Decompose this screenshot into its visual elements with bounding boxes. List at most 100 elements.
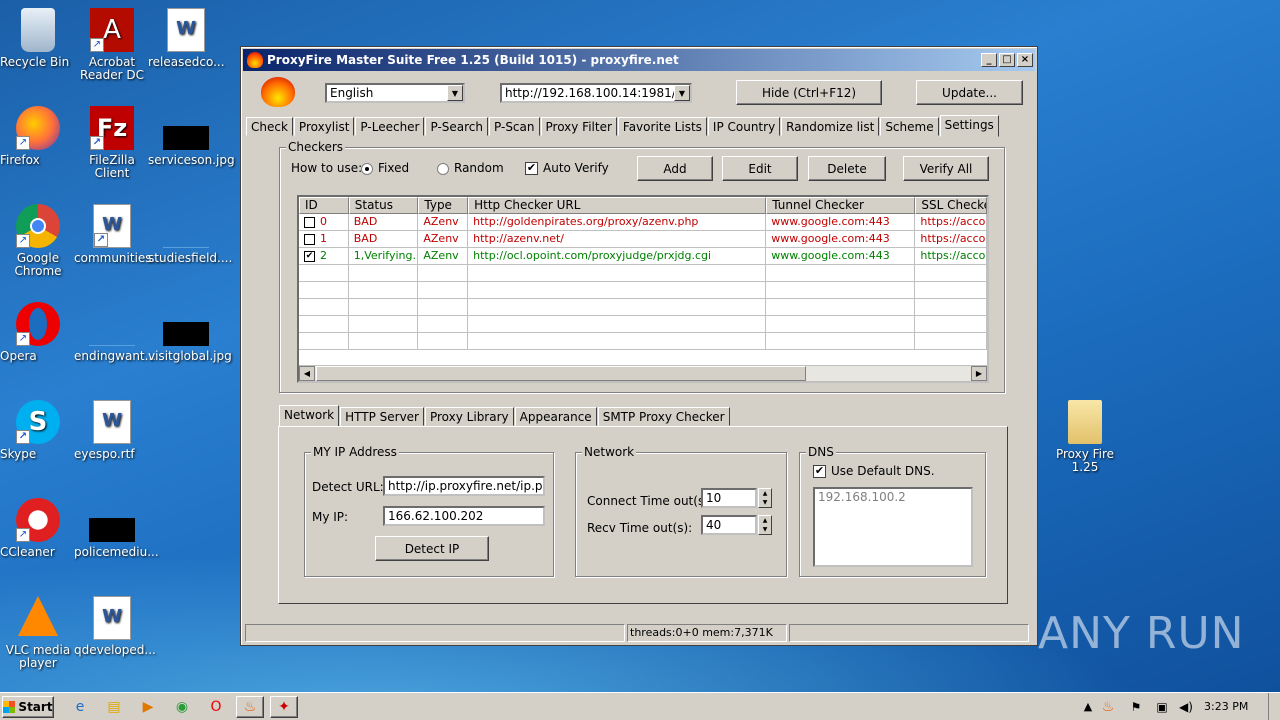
minimize-button[interactable]: _ xyxy=(981,53,997,67)
desktop-icon-filezilla[interactable]: Fz ↗ FileZilla Client xyxy=(74,106,150,180)
column-tunnel[interactable]: Tunnel Checker xyxy=(766,197,916,214)
desktop-icon-recycle-bin[interactable]: Recycle Bin xyxy=(0,8,76,69)
maximize-button[interactable]: □ xyxy=(999,53,1015,67)
column-status[interactable]: Status xyxy=(348,197,419,214)
detect-ip-button[interactable]: Detect IP xyxy=(375,536,489,561)
connect-timeout-input[interactable]: 10 xyxy=(701,488,757,508)
tab-smtp-proxy-checker[interactable]: SMTP Proxy Checker xyxy=(597,407,730,426)
network-icon[interactable]: ▣ xyxy=(1150,696,1174,718)
flag-icon[interactable]: ⚑ xyxy=(1124,696,1148,718)
row-checkbox[interactable] xyxy=(304,216,315,228)
proxyfire-taskbar-button[interactable]: ♨ xyxy=(236,696,264,718)
tab-settings[interactable]: Settings xyxy=(939,115,999,137)
row-checkbox[interactable] xyxy=(304,233,315,245)
connect-timeout-label: Connect Time out(s): xyxy=(587,494,713,508)
desktop-icon-ccleaner[interactable]: ↗ CCleaner xyxy=(0,498,76,559)
language-select[interactable]: English ▼ xyxy=(325,83,465,103)
dns-servers-textarea[interactable]: 192.168.100.2 xyxy=(813,487,973,567)
use-default-dns-checkbox[interactable]: ✔ xyxy=(813,465,826,478)
random-radio[interactable] xyxy=(437,163,449,175)
cell-id: 0 xyxy=(299,214,349,231)
tab-proxy-filter[interactable]: Proxy Filter xyxy=(540,117,617,136)
proxy-url-select[interactable]: http://192.168.100.14:1981/ ▼ xyxy=(500,83,692,103)
close-button[interactable]: × xyxy=(1017,53,1033,67)
horizontal-scrollbar[interactable]: ◀ ▶ xyxy=(299,365,987,381)
table-row[interactable]: ✔ 2 1,Verifying... AZenv http://ocl.opoint.c… xyxy=(299,248,987,265)
delete-button[interactable]: Delete xyxy=(808,156,886,181)
start-button[interactable]: Start xyxy=(2,696,54,718)
desktop-icon-visitglobal[interactable]: visitglobal.jpg xyxy=(148,302,232,363)
desktop-icon-proxyfire-folder[interactable]: Proxy Fire 1.25 xyxy=(1047,400,1123,474)
update-button[interactable]: Update... xyxy=(916,80,1023,105)
media-player-taskbar-icon[interactable]: ▶ xyxy=(136,696,160,718)
auto-verify-checkbox[interactable]: ✔ xyxy=(525,162,538,175)
tab-check[interactable]: Check xyxy=(246,117,293,136)
tab-p-leecher[interactable]: P-Leecher xyxy=(355,117,425,136)
edit-button[interactable]: Edit xyxy=(722,156,798,181)
tab-favorite-lists[interactable]: Favorite Lists xyxy=(617,117,707,136)
table-row-empty xyxy=(299,316,987,333)
desktop-icon-firefox[interactable]: ↗ Firefox xyxy=(0,106,76,167)
filezilla-icon: Fz ↗ xyxy=(90,106,134,150)
desktop-icon-qdeveloped[interactable]: W qdeveloped... xyxy=(74,596,156,657)
volume-icon[interactable]: ◀) xyxy=(1174,696,1198,718)
tab-p-scan[interactable]: P-Scan xyxy=(489,117,540,136)
clock[interactable]: 3:23 PM xyxy=(1204,700,1248,713)
recv-timeout-input[interactable]: 40 xyxy=(701,515,757,535)
desktop-icon-chrome[interactable]: ↗ Google Chrome xyxy=(0,204,76,278)
explorer-taskbar-icon[interactable]: ▤ xyxy=(102,696,126,718)
chrome-taskbar-icon[interactable]: ◉ xyxy=(170,696,194,718)
tab-p-search[interactable]: P-Search xyxy=(425,117,489,136)
column-id[interactable]: ID xyxy=(299,197,349,214)
tab-appearance[interactable]: Appearance xyxy=(514,407,597,426)
taskbar: Start e ▤ ▶ ◉ O ♨ ✦ ▲ ♨ ⚑ ▣ ◀) 3:23 PM xyxy=(0,692,1280,720)
show-desktop-button[interactable] xyxy=(1268,693,1280,720)
column-type[interactable]: Type xyxy=(418,197,469,214)
scroll-right-icon[interactable]: ▶ xyxy=(971,366,987,381)
chevron-down-icon[interactable]: ▼ xyxy=(447,85,463,101)
checkers-table[interactable]: ID Status Type Http Checker URL Tunnel C… xyxy=(297,195,989,383)
desktop-icon-communities[interactable]: W ↗ communities... xyxy=(74,204,163,265)
row-checkbox[interactable]: ✔ xyxy=(304,250,315,262)
scrollbar-thumb[interactable] xyxy=(316,366,806,381)
verify-all-button[interactable]: Verify All xyxy=(903,156,989,181)
tab-randomize-list[interactable]: Randomize list xyxy=(781,117,880,136)
tab-proxylist[interactable]: Proxylist xyxy=(293,117,355,136)
tab-http-server[interactable]: HTTP Server xyxy=(340,407,424,426)
recv-timeout-spinner[interactable]: ▲ ▼ xyxy=(758,515,772,535)
fixed-radio[interactable] xyxy=(361,163,373,175)
desktop-icon-studiesfield[interactable]: studiesfield.... xyxy=(148,204,232,265)
opera-taskbar-icon[interactable]: O xyxy=(204,696,228,718)
desktop-icon-opera[interactable]: ↗ Opera xyxy=(0,302,76,363)
desktop-icon-skype[interactable]: S ↗ Skype xyxy=(0,400,76,461)
desktop-icon-acrobat[interactable]: A ↗ Acrobat Reader DC xyxy=(74,8,150,82)
table-row[interactable]: 1 BAD AZenv http://azenv.net/www.google.com… xyxy=(299,231,987,248)
title-bar[interactable]: ProxyFire Master Suite Free 1.25 (Build … xyxy=(243,49,1035,71)
desktop-icon-endingwant[interactable]: endingwant... xyxy=(74,302,156,363)
detect-url-input[interactable]: http://ip.proxyfire.net/ip.php xyxy=(383,476,545,496)
column-http-url[interactable]: Http Checker URL xyxy=(468,197,767,214)
cell-status: BAD xyxy=(348,231,419,248)
app-taskbar-button[interactable]: ✦ xyxy=(270,696,298,718)
desktop-icon-vlc[interactable]: VLC media player xyxy=(0,596,76,670)
scroll-left-icon[interactable]: ◀ xyxy=(299,366,315,381)
tab-ip-country[interactable]: IP Country xyxy=(707,117,781,136)
hide-button[interactable]: Hide (Ctrl+F12) xyxy=(736,80,882,105)
cell-type: AZenv xyxy=(418,231,469,248)
my-ip-input[interactable]: 166.62.100.202 xyxy=(383,506,545,526)
table-row[interactable]: 0 BAD AZenv http://goldenpirates.org/proxy/… xyxy=(299,214,987,231)
ie-taskbar-icon[interactable]: e xyxy=(68,696,92,718)
add-button[interactable]: Add xyxy=(637,156,713,181)
desktop-icon-serviceson[interactable]: serviceson.jpg xyxy=(148,106,235,167)
desktop-icon-releasedco[interactable]: W releasedco... xyxy=(148,8,225,69)
desktop-icon-eyespo[interactable]: W eyespo.rtf xyxy=(74,400,150,461)
chevron-down-icon[interactable]: ▼ xyxy=(674,85,690,101)
tab-network[interactable]: Network xyxy=(279,405,340,427)
connect-timeout-spinner[interactable]: ▲ ▼ xyxy=(758,488,772,508)
status-panel-3 xyxy=(789,624,1029,642)
column-ssl[interactable]: SSL Checker xyxy=(915,197,987,214)
desktop-icon-policemediu[interactable]: policemediu... xyxy=(74,498,159,559)
tab-scheme[interactable]: Scheme xyxy=(880,117,939,136)
tray-proxyfire-icon[interactable]: ♨ xyxy=(1096,696,1120,718)
tab-proxy-library[interactable]: Proxy Library xyxy=(424,407,514,426)
